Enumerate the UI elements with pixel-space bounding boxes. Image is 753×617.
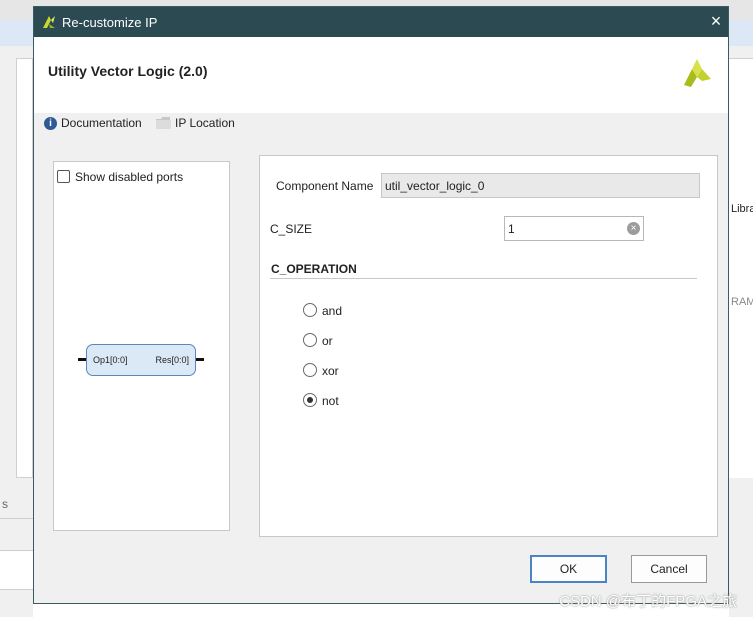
symbol-panel: Show disabled ports Op1[0:0] Res[0:0] xyxy=(53,161,230,531)
ip-block-symbol: Op1[0:0] Res[0:0] xyxy=(86,344,196,376)
background-panel-left xyxy=(16,58,33,478)
output-pin xyxy=(196,358,204,361)
close-button[interactable]: × xyxy=(706,11,726,31)
recustomize-ip-dialog: Re-customize IP × Utility Vector Logic (… xyxy=(33,6,729,604)
background-tab-text: s xyxy=(2,497,8,511)
xilinx-brand-icon xyxy=(684,59,711,87)
radio-xor[interactable] xyxy=(303,363,317,377)
background-library-text: Librar xyxy=(731,203,753,215)
background-panel-right xyxy=(729,58,753,478)
xilinx-logo-icon xyxy=(43,16,55,28)
radio-label-and: and xyxy=(322,304,343,318)
show-disabled-ports-checkbox[interactable] xyxy=(57,170,70,183)
ip-location-label: IP Location xyxy=(175,116,235,130)
radio-not[interactable] xyxy=(303,393,317,407)
radio-or[interactable] xyxy=(303,333,317,347)
input-pin xyxy=(78,358,86,361)
background-divider xyxy=(0,518,33,519)
documentation-link[interactable]: i Documentation xyxy=(44,116,142,130)
dialog-titlebar: Re-customize IP × xyxy=(34,7,728,37)
cancel-button[interactable]: Cancel xyxy=(631,555,707,583)
folder-icon xyxy=(156,117,171,129)
radio-label-not: not xyxy=(322,394,339,408)
radio-label-or: or xyxy=(322,334,333,348)
c-operation-divider xyxy=(270,278,697,279)
ok-button[interactable]: OK xyxy=(530,555,607,583)
component-name-label: Component Name xyxy=(276,179,374,193)
config-panel: Component Name util_vector_logic_0 C_SIZ… xyxy=(259,155,718,537)
documentation-label: Documentation xyxy=(61,116,142,130)
show-disabled-ports-label: Show disabled ports xyxy=(75,170,184,184)
ip-title: Utility Vector Logic (2.0) xyxy=(48,63,208,79)
c-operation-label: C_OPERATION xyxy=(271,262,357,276)
radio-and[interactable] xyxy=(303,303,317,317)
c-size-label: C_SIZE xyxy=(270,222,313,236)
dialog-title: Re-customize IP xyxy=(62,15,158,30)
close-icon: × xyxy=(710,11,722,31)
component-name-field[interactable]: util_vector_logic_0 xyxy=(381,173,700,198)
output-port-label: Res[0:0] xyxy=(155,355,189,365)
ip-location-link[interactable]: IP Location xyxy=(156,116,235,130)
clear-icon[interactable]: × xyxy=(627,222,640,235)
info-icon: i xyxy=(44,116,57,130)
watermark: CSDN @布丁的FPGA之旅 xyxy=(559,593,737,610)
radio-label-xor: xor xyxy=(322,364,339,378)
c-size-value: 1 xyxy=(508,222,515,236)
background-ram-text: RAM xyxy=(731,296,753,308)
input-port-label: Op1[0:0] xyxy=(93,355,128,365)
background-bottom-pane xyxy=(0,550,33,590)
c-size-field[interactable]: 1 × xyxy=(504,216,644,241)
